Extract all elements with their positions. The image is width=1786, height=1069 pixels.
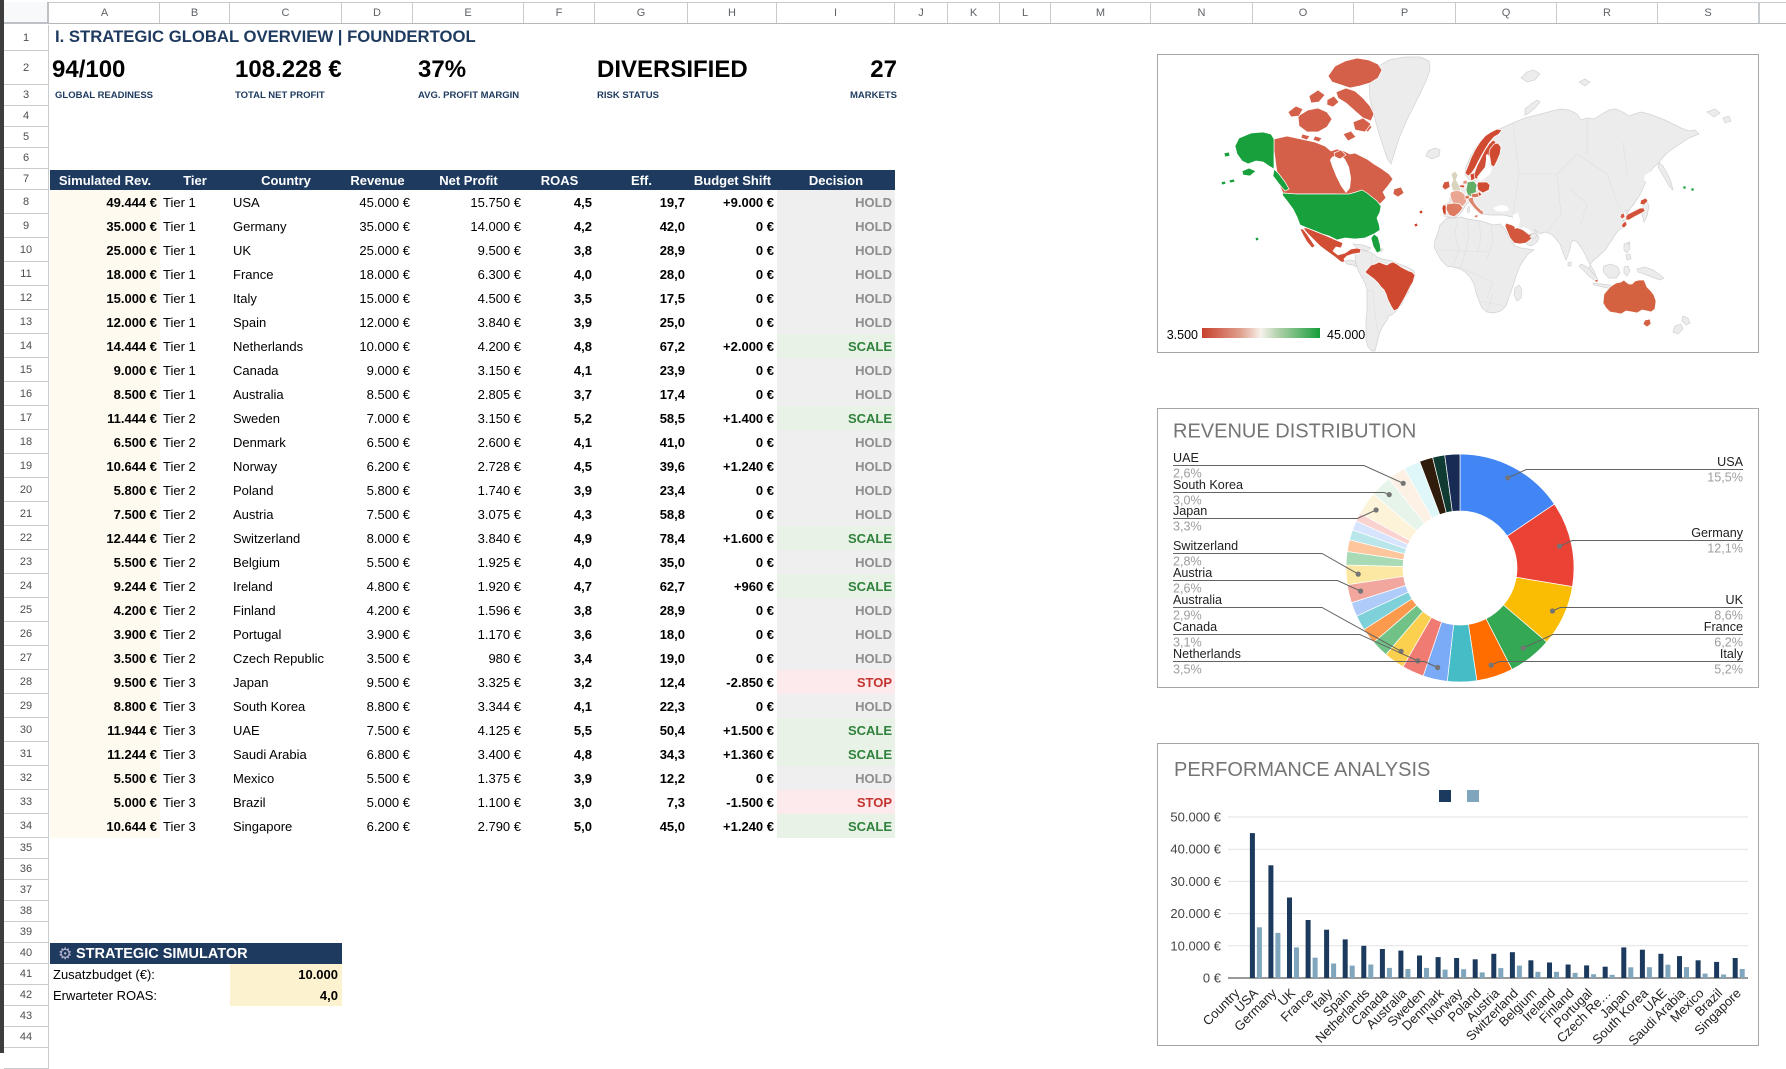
svg-text:3,5%: 3,5% [1173,663,1202,677]
svg-text:15,5%: 15,5% [1707,471,1743,485]
svg-text:50.000 €: 50.000 € [1170,810,1221,825]
svg-text:3.500: 3.500 [1167,328,1198,342]
svg-text:Switzerland: Switzerland [1173,539,1238,553]
svg-text:REVENUE DISTRIBUTION: REVENUE DISTRIBUTION [1173,421,1416,443]
svg-text:Canada: Canada [1173,620,1217,634]
svg-text:40.000 €: 40.000 € [1170,842,1221,857]
svg-text:UK: UK [1726,593,1744,607]
svg-text:UAE: UAE [1173,451,1199,465]
svg-text:USA: USA [1717,455,1743,469]
svg-text:30.000 €: 30.000 € [1170,874,1221,889]
svg-text:South Korea: South Korea [1173,478,1243,492]
svg-text:PERFORMANCE ANALYSIS: PERFORMANCE ANALYSIS [1174,759,1430,781]
svg-text:3,3%: 3,3% [1173,520,1202,534]
svg-text:Austria: Austria [1173,566,1212,580]
svg-text:20.000 €: 20.000 € [1170,906,1221,921]
svg-text:Australia: Australia [1173,593,1222,607]
svg-text:Germany: Germany [1691,526,1743,540]
svg-text:Japan: Japan [1173,504,1207,518]
svg-text:5,2%: 5,2% [1714,663,1743,677]
svg-text:0 €: 0 € [1203,971,1222,986]
svg-text:45.000: 45.000 [1327,328,1365,342]
svg-text:Italy: Italy [1720,647,1744,661]
svg-text:10.000 €: 10.000 € [1170,938,1221,953]
svg-text:France: France [1704,620,1743,634]
svg-text:12,1%: 12,1% [1707,542,1743,556]
svg-text:Netherlands: Netherlands [1173,647,1241,661]
